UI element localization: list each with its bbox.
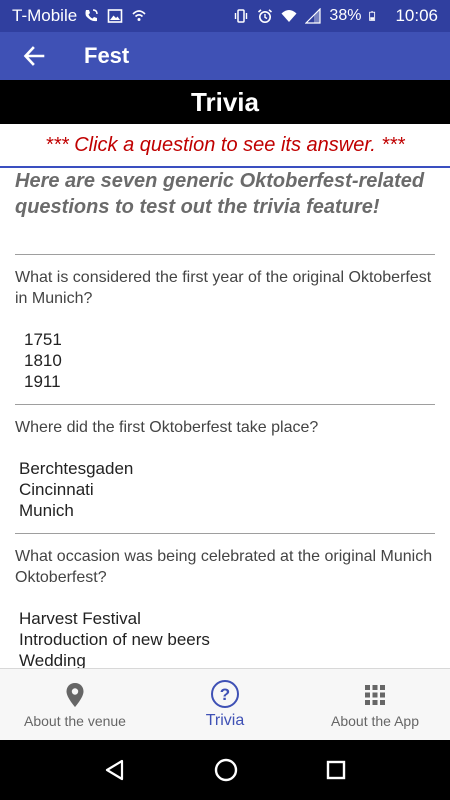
question-text: Where did the first Oktoberfest take pla… <box>15 419 319 436</box>
nav-label: About the App <box>331 712 419 729</box>
svg-text:?: ? <box>220 685 230 704</box>
answer-option: 1810 <box>24 351 62 370</box>
answer-list: 1751 1810 1911 <box>15 329 435 404</box>
system-navigation-bar <box>0 740 450 800</box>
nav-label: About the venue <box>24 712 126 729</box>
question-item[interactable]: What occasion was being celebrated at th… <box>0 534 450 668</box>
answer-option: 1911 <box>24 372 61 391</box>
answer-option: Wedding <box>19 651 86 668</box>
answer-option: Introduction of new beers <box>19 630 210 649</box>
arrow-back-icon <box>23 46 45 66</box>
bottom-navigation: About the venue ? Trivia About the App <box>0 668 450 740</box>
nav-label: Trivia <box>205 711 245 729</box>
question-item[interactable]: What is considered the first year of the… <box>0 255 450 404</box>
home-circle-icon[interactable] <box>213 757 239 783</box>
vibrate-icon <box>235 9 248 23</box>
intro-text: Here are seven generic Oktoberfest-relat… <box>15 170 425 218</box>
hint-text: *** Click a question to see its answer. … <box>45 133 405 156</box>
answer-option: Berchtesgaden <box>19 459 134 478</box>
battery-percent: 38% <box>329 7 362 24</box>
back-triangle-icon[interactable] <box>103 758 127 782</box>
carrier-name: T-Mobile <box>12 6 78 25</box>
location-pin-icon <box>66 682 84 707</box>
wifi-calling-icon <box>85 9 98 22</box>
answer-option: Munich <box>19 501 74 520</box>
nav-item-about-venue[interactable]: About the venue <box>0 669 150 740</box>
alarm-icon <box>258 9 273 23</box>
answer-list: Berchtesgaden Cincinnati Munich <box>15 458 435 533</box>
wifi-icon <box>281 10 297 22</box>
question-circle-icon: ? <box>211 679 239 708</box>
answer-option: Harvest Festival <box>19 609 141 628</box>
grid-icon <box>365 684 385 705</box>
question-text: What occasion was being celebrated at th… <box>15 548 433 586</box>
nav-item-trivia[interactable]: ? Trivia <box>150 669 300 740</box>
answer-option: Cincinnati <box>19 480 94 499</box>
battery-icon <box>369 11 376 21</box>
question-item[interactable]: Where did the first Oktoberfest take pla… <box>0 405 450 533</box>
recents-square-icon[interactable] <box>325 759 347 781</box>
answer-list: Harvest Festival Introduction of new bee… <box>15 608 435 668</box>
answer-option: 1751 <box>24 330 62 349</box>
app-title: Fest <box>84 43 130 68</box>
question-text: What is considered the first year of the… <box>15 269 432 307</box>
page-banner-title: Trivia <box>0 80 450 124</box>
signal-icon <box>305 8 322 24</box>
back-button[interactable] <box>6 32 62 80</box>
app-bar: Fest <box>0 32 450 80</box>
trivia-list[interactable]: Here are seven generic Oktoberfest-relat… <box>0 168 450 668</box>
clock: 10:06 <box>395 6 438 25</box>
image-icon <box>107 9 123 23</box>
status-bar: T-Mobile 38% 10:06 <box>0 0 450 32</box>
hotspot-icon <box>132 10 146 21</box>
nav-item-about-app[interactable]: About the App <box>300 669 450 740</box>
